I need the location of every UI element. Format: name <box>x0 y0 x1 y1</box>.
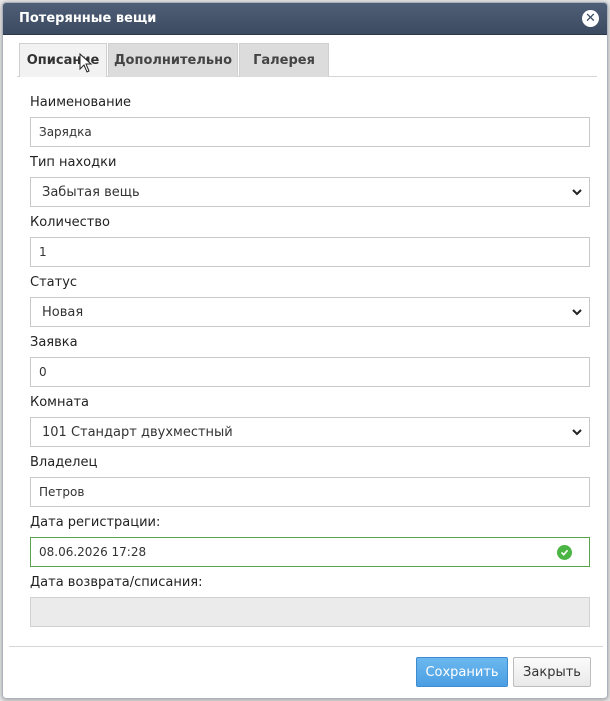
close-button-label: Закрыть <box>523 664 581 680</box>
status-value: Новая <box>42 304 84 320</box>
close-icon: ✕ <box>585 11 596 26</box>
chevron-down-icon <box>572 309 582 316</box>
return-date-label: Дата возврата/списания: <box>30 575 203 590</box>
owner-label: Владелец <box>30 455 98 470</box>
return-date-input <box>30 597 590 627</box>
dialog-title: Потерянные вещи <box>19 11 157 26</box>
owner-value: Петров <box>39 485 85 499</box>
dialog-titlebar: Потерянные вещи ✕ <box>3 3 607 35</box>
quantity-input[interactable]: 1 <box>30 237 590 267</box>
type-value: Забытая вещь <box>42 184 140 200</box>
owner-input[interactable]: Петров <box>30 477 590 507</box>
name-value: Зарядка <box>39 125 92 139</box>
tab-description-label: Описание <box>26 53 100 68</box>
close-dialog-button[interactable]: ✕ <box>582 10 599 27</box>
request-label: Заявка <box>30 335 78 350</box>
room-select[interactable]: 101 Стандарт двухместный <box>30 417 590 447</box>
reg-date-input[interactable]: 08.06.2026 17:28 <box>30 537 590 567</box>
request-input[interactable]: 0 <box>30 357 590 387</box>
tab-additional[interactable]: Дополнительно <box>108 43 238 77</box>
close-button[interactable]: Закрыть <box>513 657 591 687</box>
footer-divider <box>9 646 603 647</box>
type-label: Тип находки <box>30 155 117 170</box>
room-value: 101 Стандарт двухместный <box>42 424 233 440</box>
name-label: Наименование <box>30 95 132 110</box>
tab-gallery[interactable]: Галерея <box>239 43 329 77</box>
save-button-label: Сохранить <box>425 664 499 680</box>
lost-items-dialog: Потерянные вещи ✕ Описание Дополнительно… <box>2 2 608 699</box>
chevron-down-icon <box>572 429 582 436</box>
chevron-down-icon <box>572 189 582 196</box>
tab-additional-label: Дополнительно <box>113 53 233 68</box>
reg-date-label: Дата регистрации: <box>30 515 161 530</box>
reg-date-value: 08.06.2026 17:28 <box>39 545 147 559</box>
tab-description[interactable]: Описание <box>19 43 107 77</box>
status-select[interactable]: Новая <box>30 297 590 327</box>
check-circle-icon <box>557 545 572 560</box>
save-button[interactable]: Сохранить <box>416 657 508 687</box>
status-label: Статус <box>30 275 78 290</box>
quantity-value: 1 <box>39 245 47 259</box>
name-input[interactable]: Зарядка <box>30 117 590 147</box>
quantity-label: Количество <box>30 215 110 230</box>
type-select[interactable]: Забытая вещь <box>30 177 590 207</box>
tab-gallery-label: Галерея <box>253 53 315 68</box>
tab-bar: Описание Дополнительно Галерея <box>17 43 597 77</box>
room-label: Комната <box>30 395 89 410</box>
request-value: 0 <box>39 365 47 379</box>
